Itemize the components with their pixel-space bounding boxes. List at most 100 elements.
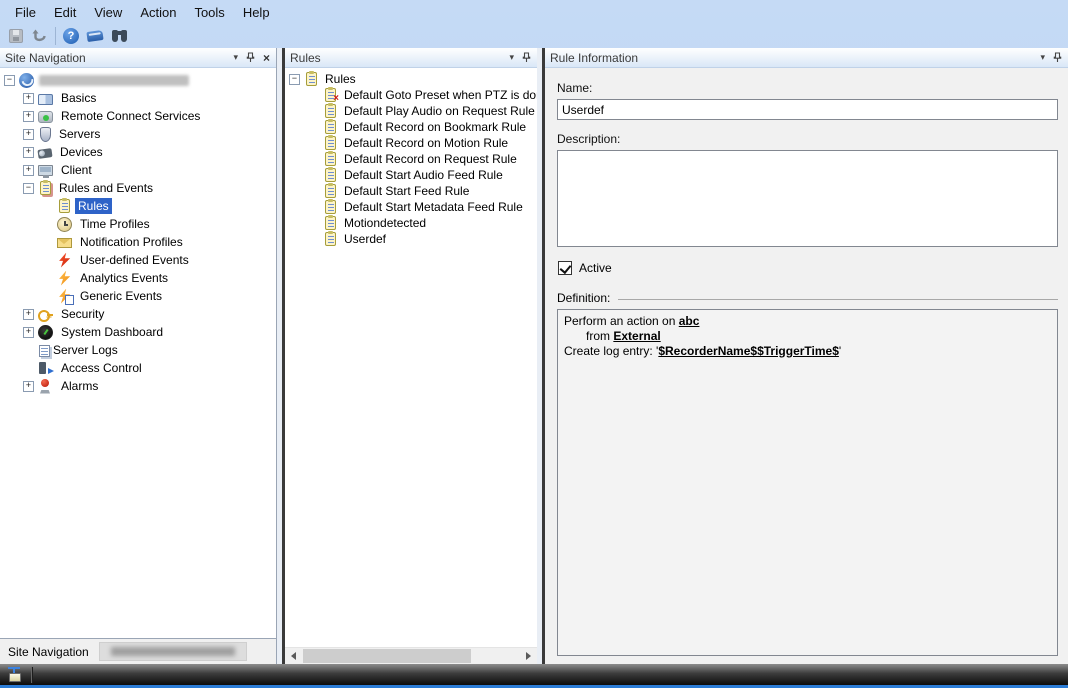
panel-splitter-left[interactable] — [277, 48, 285, 664]
tree-item-label: Devices — [57, 144, 106, 160]
separator-line — [618, 299, 1058, 300]
rule-icon — [325, 184, 336, 198]
pin-icon[interactable] — [246, 52, 255, 63]
expand-expander-icon[interactable]: + — [23, 309, 34, 320]
save-button[interactable] — [4, 25, 28, 47]
action-link[interactable]: abc — [679, 314, 700, 328]
tree-item-client[interactable]: +Client — [0, 161, 276, 179]
name-input[interactable] — [557, 99, 1058, 120]
tree-item-server-logs[interactable]: Server Logs — [0, 341, 276, 359]
chevron-down-icon[interactable]: ▾ — [509, 52, 514, 63]
tree-item-label: Rules and Events — [56, 180, 156, 196]
tree-item-default-play-audio-on-request-rule[interactable]: Default Play Audio on Request Rule — [285, 103, 537, 119]
tree-item-userdef[interactable]: Userdef — [285, 231, 537, 247]
blurred-text — [111, 647, 235, 656]
basics-icon — [38, 94, 53, 105]
collapse-expander-icon[interactable]: − — [4, 75, 15, 86]
tree-item-remote-connect-services[interactable]: +Remote Connect Services — [0, 107, 276, 125]
tree-item-default-start-feed-rule[interactable]: Default Start Feed Rule — [285, 183, 537, 199]
tree-item-label: Default Record on Request Rule — [341, 151, 520, 167]
menu-item-action[interactable]: Action — [131, 2, 185, 23]
tree-item-devices[interactable]: + Devices — [0, 143, 276, 161]
tree-item-notification-profiles[interactable]: Notification Profiles — [0, 233, 276, 251]
horizontal-scrollbar[interactable] — [285, 647, 537, 664]
tree-item-security[interactable]: +Security — [0, 305, 276, 323]
close-icon[interactable]: × — [263, 51, 270, 65]
rule-icon — [306, 72, 317, 86]
binoculars-icon — [112, 30, 127, 42]
tree-item-system-dashboard[interactable]: +System Dashboard — [0, 323, 276, 341]
tab-site-navigation[interactable]: Site Navigation — [8, 645, 89, 659]
menu-item-file[interactable]: File — [6, 2, 45, 23]
scroll-left-arrow-icon[interactable] — [285, 648, 302, 664]
scrollbar-thumb[interactable] — [303, 649, 471, 663]
site-navigation-tree: − +Basics+Remote Connect Services+Servers… — [0, 68, 276, 638]
tree-item-rules-and-events[interactable]: − Rules and Events — [0, 179, 276, 197]
chevron-down-icon[interactable]: ▾ — [233, 52, 238, 63]
tree-item-label: Generic Events — [77, 288, 165, 304]
service-antenna-icon[interactable] — [6, 667, 23, 682]
main-area: Site Navigation ▾ × − +Basics+Remote Conn… — [0, 48, 1068, 664]
source-link[interactable]: External — [613, 329, 660, 343]
tree-item-user-defined-events[interactable]: User-defined Events — [0, 251, 276, 269]
tree-item-rules[interactable]: Rules — [0, 197, 276, 215]
expand-expander-icon[interactable]: + — [23, 111, 34, 122]
tree-item-label: User-defined Events — [77, 252, 192, 268]
description-textarea[interactable] — [557, 150, 1058, 247]
tree-item-alarms[interactable]: +Alarms — [0, 377, 276, 395]
log-entry-link[interactable]: $RecorderName$$TriggerTime$ — [658, 344, 839, 358]
tree-item-default-goto-preset-when-ptz-is-don[interactable]: ×Default Goto Preset when PTZ is don — [285, 87, 537, 103]
rule-icon — [59, 199, 70, 213]
toolbar-separator — [55, 27, 56, 45]
menu-item-help[interactable]: Help — [234, 2, 279, 23]
find-button[interactable] — [107, 25, 131, 47]
help-question-icon: ? — [63, 28, 79, 44]
app-window: FileEditViewActionToolsHelp ? Site Navig… — [0, 0, 1068, 688]
tree-item-motiondetected[interactable]: Motiondetected — [285, 215, 537, 231]
menu-item-tools[interactable]: Tools — [185, 2, 233, 23]
tree-item-analytics-events[interactable]: Analytics Events — [0, 269, 276, 287]
tree-item-label: Default Start Metadata Feed Rule — [341, 199, 526, 215]
site-navigation-header: Site Navigation ▾ × — [0, 48, 276, 68]
rules-header: Rules ▾ — [285, 48, 537, 68]
tree-item-generic-events[interactable]: Generic Events — [0, 287, 276, 305]
pin-icon[interactable] — [522, 52, 531, 63]
chevron-down-icon[interactable]: ▾ — [1040, 52, 1045, 63]
bottom-tab-bar: Site Navigation — [0, 638, 276, 664]
expand-expander-icon[interactable]: + — [23, 147, 34, 158]
tree-item-rules[interactable]: −Rules — [285, 71, 537, 87]
menu-item-edit[interactable]: Edit — [45, 2, 85, 23]
collapse-expander-icon[interactable]: − — [23, 183, 34, 194]
tree-item-label: Default Start Audio Feed Rule — [341, 167, 506, 183]
tab-federated-site-hierarchy-blurred[interactable] — [99, 642, 247, 661]
time-icon — [57, 217, 72, 232]
collapse-expander-icon[interactable]: − — [289, 74, 300, 85]
tree-item-default-record-on-request-rule[interactable]: Default Record on Request Rule — [285, 151, 537, 167]
logs-icon — [39, 345, 50, 357]
active-checkbox[interactable] — [558, 261, 572, 275]
help-button[interactable]: ? — [59, 25, 83, 47]
documentation-button[interactable] — [83, 25, 107, 47]
expand-expander-icon[interactable]: + — [23, 93, 34, 104]
toolbar: ? — [0, 24, 1068, 48]
expand-expander-icon[interactable]: + — [23, 165, 34, 176]
tree-item-root[interactable]: − — [0, 71, 276, 89]
expand-expander-icon[interactable]: + — [23, 129, 34, 140]
tree-item-servers[interactable]: +Servers — [0, 125, 276, 143]
tree-item-default-start-metadata-feed-rule[interactable]: Default Start Metadata Feed Rule — [285, 199, 537, 215]
menu-item-view[interactable]: View — [85, 2, 131, 23]
site-icon — [19, 73, 34, 88]
tree-item-time-profiles[interactable]: Time Profiles — [0, 215, 276, 233]
panel-splitter-right[interactable] — [537, 48, 545, 664]
tree-item-access-control[interactable]: Access Control — [0, 359, 276, 377]
tree-item-label: Analytics Events — [77, 270, 171, 286]
expand-expander-icon[interactable]: + — [23, 327, 34, 338]
tree-item-default-start-audio-feed-rule[interactable]: Default Start Audio Feed Rule — [285, 167, 537, 183]
tree-item-basics[interactable]: +Basics — [0, 89, 276, 107]
expand-expander-icon[interactable]: + — [23, 381, 34, 392]
undo-button[interactable] — [28, 25, 52, 47]
tree-item-default-record-on-bookmark-rule[interactable]: Default Record on Bookmark Rule — [285, 119, 537, 135]
tree-item-default-record-on-motion-rule[interactable]: Default Record on Motion Rule — [285, 135, 537, 151]
pin-icon[interactable] — [1053, 52, 1062, 63]
scroll-right-arrow-icon[interactable] — [520, 648, 537, 664]
